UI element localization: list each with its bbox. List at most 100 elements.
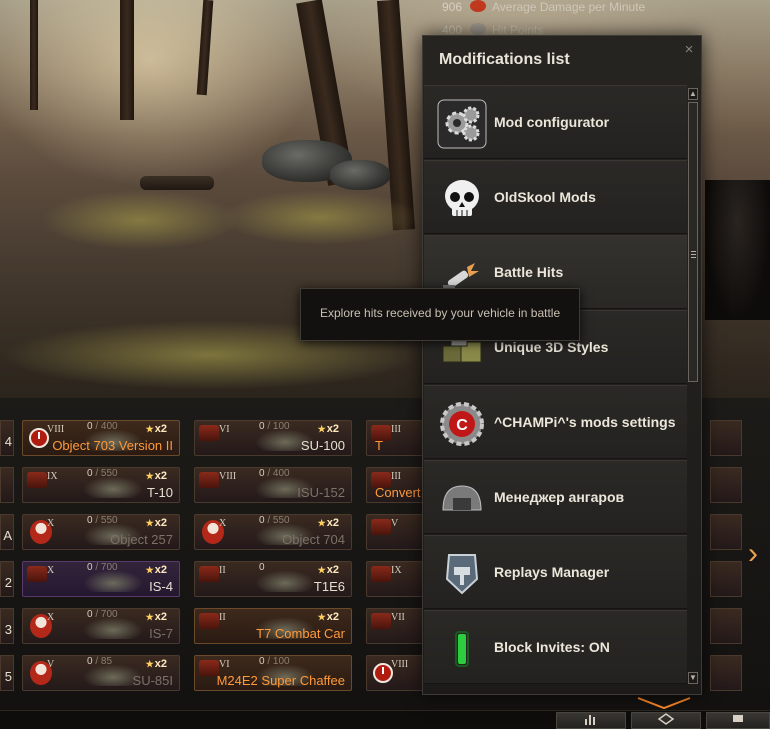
stats-icon [585,715,595,725]
tank-card[interactable]: VIII 0 / 400 ISU-152 [194,467,352,503]
tank-card[interactable]: VIII 0 / 400 ★x2 Object 703 Version II [22,420,180,456]
stat-avg-damage: 906 Average Damage per Minute [434,0,645,14]
filter-button[interactable] [631,712,701,729]
tank-tier: X [47,518,55,529]
mod-item[interactable]: Mod configurator [424,85,687,159]
carousel-card-partial[interactable] [710,467,742,503]
mod-item[interactable]: Менеджер ангаров [424,460,687,534]
scroll-up-arrow-icon[interactable]: ▲ [688,88,698,100]
carousel-card-partial[interactable]: 2 [0,561,14,597]
mod-item[interactable]: Block Invites: ON [424,610,687,684]
xp-multiplier: ★x2 [318,564,339,576]
mod-item[interactable]: OldSkool Mods [424,160,687,234]
mods-scrollbar[interactable]: ▲ ▼ [688,88,698,684]
carousel-card-partial[interactable] [710,420,742,456]
close-icon[interactable]: × [681,42,697,58]
tank-card[interactable]: X 0 / 700 ★x2 IS-4 [22,561,180,597]
carousel-card-partial[interactable] [710,561,742,597]
tank-card[interactable]: II ★x2 T7 Combat Car [194,608,352,644]
multiplier-value: x2 [326,611,339,623]
tank-card-partial[interactable]: III Convert [366,467,426,503]
progress-max: 700 [100,609,118,620]
tank-card-partial[interactable]: IX [366,561,426,597]
scroll-down-arrow-icon[interactable]: ▼ [688,672,698,684]
nation-flag-icon [199,472,219,488]
multiplier-value: x2 [326,517,339,529]
replay-tank-icon [437,549,487,599]
progress-counter: 0 / 700 [87,609,118,620]
progress-counter: 0 / 700 [87,562,118,573]
flag-button[interactable] [706,712,770,729]
tank-tier: X [47,612,55,623]
multiplier-value: x2 [154,423,167,435]
hitpoints-icon [470,23,486,35]
tank-name: T1E6 [313,579,345,594]
progress-max: 85 [100,656,113,667]
tank-card-partial[interactable]: VII [366,608,426,644]
nation-flag-icon [199,613,219,629]
star-icon: ★ [145,612,154,622]
scroll-thumb[interactable] [688,102,698,382]
rental-clock-icon [373,663,393,683]
tank-card[interactable]: X 0 / 550 ★x2 Object 257 [22,514,180,550]
progress-max: 400 [272,468,290,479]
tank-card[interactable]: VI 0 / 100 ★x2 SU-100 [194,420,352,456]
progress-counter: 0 / 400 [259,468,290,479]
tank-image [83,570,143,592]
carousel-card-partial[interactable]: 4 [0,420,14,456]
star-icon: ★ [317,612,326,622]
tank-card[interactable]: IX 0 / 550 ★x2 T-10 [22,467,180,503]
tank-name: Object 703 Version II [52,438,173,453]
nation-flag-icon [371,566,391,582]
carousel-card-partial[interactable] [710,514,742,550]
tank-card-partial[interactable]: V [366,514,426,550]
progress-counter: 0 / 550 [87,468,118,479]
mod-item[interactable]: C ^CHAMPi^'s mods settings [424,385,687,459]
xp-multiplier: ★x2 [318,517,339,529]
carousel-card-partial[interactable] [710,655,742,691]
crew-figure [705,180,770,320]
card-name: 2 [4,575,12,590]
star-icon: ★ [145,518,154,528]
panel-title: Modifications list [439,51,570,68]
progress-separator: / [264,656,273,667]
tank-tier: IX [391,565,402,576]
carousel-card-partial[interactable]: 3 [0,608,14,644]
carousel-card-partial[interactable]: A [0,514,14,550]
tank-card-partial[interactable]: VIII [366,655,426,691]
stats-button[interactable] [556,712,626,729]
tank-card-partial[interactable]: III T [366,420,426,456]
rental-clock-icon [29,428,49,448]
progress-counter: 0 / 100 [259,656,290,667]
tank-name: T7 Combat Car [256,626,345,641]
card-name: 4 [4,434,12,449]
mod-item-label: OldSkool Mods [494,189,596,205]
nation-flag-icon [371,519,391,535]
tank-card[interactable]: II 0 ★x2 T1E6 [194,561,352,597]
progress-separator: / [92,656,101,667]
xp-multiplier: ★x2 [146,658,167,670]
carousel-card-partial[interactable] [0,467,14,503]
skull-icon [437,174,487,224]
progress-counter: 0 / 400 [87,421,118,432]
tank-tier: X [47,565,55,576]
carousel-card-partial[interactable]: 5 [0,655,14,691]
grip-icon [691,251,696,258]
multiplier-value: x2 [326,423,339,435]
tank-card[interactable]: V 0 / 85 ★x2 SU-85I [22,655,180,691]
mod-item[interactable]: Replays Manager [424,535,687,609]
tank-card[interactable]: X 0 / 550 ★x2 Object 704 [194,514,352,550]
tank-tier: IX [47,471,58,482]
progress-separator: / [92,562,101,573]
rock [330,160,390,190]
gears-icon [437,99,487,149]
tank-card[interactable]: X 0 / 700 ★x2 IS-7 [22,608,180,644]
damage-icon [470,0,486,12]
panel-toggle-chevron-icon[interactable] [634,696,694,710]
tank-tier: VI [219,659,230,670]
tank-card[interactable]: VI 0 / 100 M24E2 Super Chaffee [194,655,352,691]
progress-separator: / [92,515,101,526]
carousel-next-arrow[interactable]: › [748,539,768,570]
tank-tier: III [391,424,401,435]
carousel-card-partial[interactable] [710,608,742,644]
